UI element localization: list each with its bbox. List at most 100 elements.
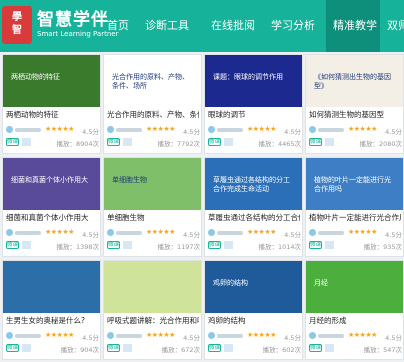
video-title[interactable]: 单细胞生物 — [107, 213, 199, 223]
video-title[interactable]: 如何猜测生物的基因型 — [309, 110, 401, 120]
video-title[interactable]: 两栖动物的特征 — [6, 110, 98, 120]
video-title[interactable]: 细菌和真菌个体小作用大 — [6, 213, 98, 223]
video-title[interactable]: 月经的形成 — [309, 316, 401, 326]
author-name — [15, 334, 41, 338]
card-meta: ★★★★★ 4.5分 — [107, 331, 200, 342]
author-name — [217, 334, 243, 338]
video-card[interactable]: 光合作用的原料、产物、条件、场所 光合作用的原料、产物、条件、场所 ★★★★★ … — [103, 54, 202, 154]
author-avatar — [309, 126, 316, 133]
card-meta: ★★★★★ 4.5分 — [309, 331, 402, 342]
resource-type-icon — [22, 344, 31, 352]
card-stats: 微课 播放：2080次 — [309, 138, 402, 148]
video-title[interactable]: 光合作用的原料、产物、条件、场所 — [107, 110, 199, 120]
video-card[interactable]: 呼吸式题讲解：光合作用和呼吸作 ★★★★★ 4.5分 微课 播放：672次 — [103, 260, 202, 360]
author-name — [15, 231, 41, 235]
author-name — [116, 334, 142, 338]
thumbnail-text: 光合作用的原料、产物、条件、场所 — [112, 73, 189, 90]
author-avatar — [6, 126, 13, 133]
resource-type-icon — [22, 138, 31, 146]
author-name — [15, 128, 41, 132]
micro-lesson-badge: 微课 — [309, 241, 322, 249]
video-card[interactable]: 《如何猜测出生物的基因型》 如何猜测生物的基因型 ★★★★★ 4.5分 微课 播… — [305, 54, 404, 154]
author-avatar — [6, 229, 13, 236]
play-count: 播放：672次 — [161, 346, 200, 354]
micro-lesson-badge: 微课 — [107, 344, 120, 352]
card-meta: ★★★★★ 4.5分 — [6, 125, 99, 136]
card-meta: ★★★★★ 4.5分 — [6, 331, 99, 342]
video-card[interactable]: 鸡卵的结构 鸡卵的结构 ★★★★★ 4.5分 微课 播放：602次 — [204, 260, 303, 360]
rating-score: 4.5分 — [82, 334, 99, 342]
logo-char-1: 學 — [12, 12, 22, 23]
micro-lesson-badge: 微课 — [208, 138, 221, 146]
video-thumbnail[interactable] — [3, 261, 100, 313]
video-thumbnail[interactable]: 鸡卵的结构 — [205, 261, 302, 313]
rating-stars-icon: ★★★★★ — [45, 125, 74, 133]
author-name — [318, 231, 344, 235]
micro-lesson-badge: 微课 — [309, 138, 322, 146]
rating-score: 4.5分 — [183, 334, 200, 342]
video-card[interactable]: 课题：眼球的调节作用 眼球的调节 ★★★★★ 4.5分 微课 播放：4465次 — [204, 54, 303, 154]
top-header: 學 智 智慧学伴 Smart Learning Partner 首页 诊断工具 … — [0, 0, 404, 52]
video-thumbnail[interactable] — [104, 261, 201, 313]
video-title[interactable]: 植物叶片一定能进行光合作用吗 — [309, 213, 401, 223]
video-card[interactable]: 草履虫通过各结构的分工合作完成生命活动 草履虫通过各结构的分工合作完成 ★★★★… — [204, 157, 303, 257]
play-count: 播放：602次 — [262, 346, 301, 354]
play-count: 播放：1398次 — [56, 243, 99, 251]
micro-lesson-badge: 微课 — [6, 138, 19, 146]
video-card[interactable]: 生男生女的奥秘是什么? ★★★★★ 4.5分 微课 播放：904次 — [2, 260, 101, 360]
card-stats: 微课 播放：1014次 — [208, 241, 301, 251]
resource-type-icon — [224, 241, 233, 249]
nav-online-grading[interactable]: 在线批阅 — [204, 0, 264, 52]
nav-dual-teacher[interactable]: 双师服务 — [380, 0, 404, 52]
play-count: 播放：1197次 — [157, 243, 200, 251]
nav-diagnostic-tools[interactable]: 诊断工具 — [138, 0, 204, 52]
resource-type-icon — [22, 241, 31, 249]
micro-lesson-badge: 微课 — [107, 138, 120, 146]
resource-type-icon — [123, 344, 132, 352]
micro-lesson-badge: 微课 — [6, 344, 19, 352]
nav-home[interactable]: 首页 — [100, 0, 138, 52]
video-title[interactable]: 草履虫通过各结构的分工合作完成 — [208, 213, 300, 223]
video-title[interactable]: 眼球的调节 — [208, 110, 300, 120]
play-count: 播放：547次 — [363, 346, 402, 354]
video-card[interactable]: 两栖动物的特征 两栖动物的特征 ★★★★★ 4.5分 微课 播放：8904次 — [2, 54, 101, 154]
rating-stars-icon: ★★★★★ — [348, 125, 377, 133]
video-thumbnail[interactable]: 月经 — [306, 261, 403, 313]
logo[interactable]: 學 智 — [2, 6, 32, 44]
rating-score: 4.5分 — [82, 231, 99, 239]
video-thumbnail[interactable]: 草履虫通过各结构的分工合作完成生命活动 — [205, 158, 302, 210]
resource-type-icon — [325, 241, 334, 249]
rating-stars-icon: ★★★★★ — [247, 228, 276, 236]
video-thumbnail[interactable]: 单细胞生物 — [104, 158, 201, 210]
play-count: 播放：2080次 — [359, 140, 402, 148]
rating-stars-icon: ★★★★★ — [348, 331, 377, 339]
video-card[interactable]: 细菌和真菌个体小作用大 细菌和真菌个体小作用大 ★★★★★ 4.5分 微课 播放… — [2, 157, 101, 257]
video-thumbnail[interactable]: 两栖动物的特征 — [3, 55, 100, 107]
rating-stars-icon: ★★★★★ — [146, 228, 175, 236]
card-meta: ★★★★★ 4.5分 — [107, 228, 200, 239]
micro-lesson-badge: 微课 — [309, 344, 322, 352]
author-name — [318, 128, 344, 132]
video-thumbnail[interactable]: 光合作用的原料、产物、条件、场所 — [104, 55, 201, 107]
video-thumbnail[interactable]: 《如何猜测出生物的基因型》 — [306, 55, 403, 107]
video-card[interactable]: 单细胞生物 单细胞生物 ★★★★★ 4.5分 微课 播放：1197次 — [103, 157, 202, 257]
resource-type-icon — [123, 138, 132, 146]
author-name — [217, 128, 243, 132]
video-card[interactable]: 月经 月经的形成 ★★★★★ 4.5分 微课 播放：547次 — [305, 260, 404, 360]
card-stats: 微课 播放：547次 — [309, 344, 402, 354]
video-title[interactable]: 鸡卵的结构 — [208, 316, 300, 326]
video-title[interactable]: 呼吸式题讲解：光合作用和呼吸作 — [107, 316, 199, 326]
video-thumbnail[interactable]: 课题：眼球的调节作用 — [205, 55, 302, 107]
micro-lesson-badge: 微课 — [107, 241, 120, 249]
video-thumbnail[interactable]: 细菌和真菌个体小作用大 — [3, 158, 100, 210]
main-nav: 首页 诊断工具 在线批阅 学习分析 精准教学 双师服务 — [100, 0, 404, 52]
video-title[interactable]: 生男生女的奥秘是什么? — [6, 316, 98, 326]
video-thumbnail[interactable]: 植物的叶片一定能进行光合作用吗 — [306, 158, 403, 210]
video-card[interactable]: 植物的叶片一定能进行光合作用吗 植物叶片一定能进行光合作用吗 ★★★★★ 4.5… — [305, 157, 404, 257]
nav-learning-analysis[interactable]: 学习分析 — [264, 0, 326, 52]
card-meta: ★★★★★ 4.5分 — [208, 228, 301, 239]
card-meta: ★★★★★ 4.5分 — [309, 125, 402, 136]
video-grid: 两栖动物的特征 两栖动物的特征 ★★★★★ 4.5分 微课 播放：8904次 光… — [0, 52, 404, 362]
nav-precision-teaching[interactable]: 精准教学 — [326, 0, 380, 52]
card-stats: 微课 播放：4465次 — [208, 138, 301, 148]
